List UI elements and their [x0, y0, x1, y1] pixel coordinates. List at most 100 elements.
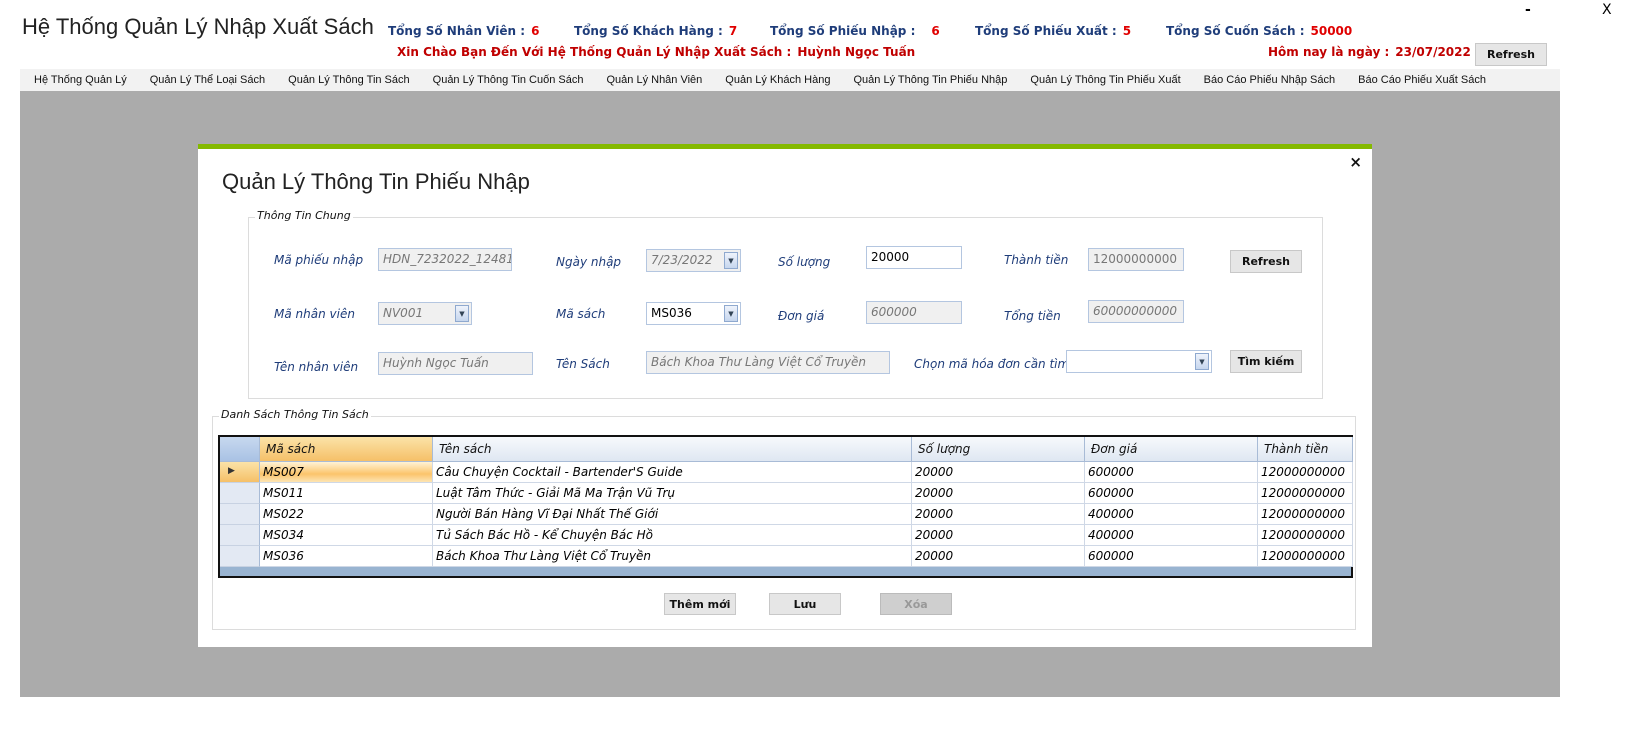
menu-item[interactable]: Quản Lý Thông Tin Phiếu Xuất	[1016, 74, 1189, 86]
ma-nv-select[interactable]: NV001 ▼	[378, 302, 472, 325]
group-label: Danh Sách Thông Tin Sách	[219, 408, 371, 421]
group-label: Thông Tin Chung	[255, 209, 353, 222]
today-label: Hôm nay là ngày :	[1268, 45, 1390, 59]
menu-item[interactable]: Quản Lý Thể Loại Sách	[136, 74, 274, 86]
table-cell[interactable]: 20000	[912, 483, 1085, 504]
table-cell[interactable]: 12000000000	[1258, 483, 1353, 504]
invoice-search-select[interactable]: ▼	[1066, 350, 1212, 373]
stat-exports: Tổng Số Phiếu Xuất : 5	[975, 24, 1131, 38]
don-gia-field[interactable]: 600000	[866, 301, 962, 324]
ngay-nhap-picker[interactable]: 7/23/2022 ▼	[646, 249, 741, 272]
header-refresh-button[interactable]: Refresh	[1475, 43, 1547, 66]
select-all-corner[interactable]	[220, 437, 260, 462]
row-header[interactable]	[220, 483, 260, 504]
date-value: 7/23/2022	[651, 253, 713, 267]
ma-nv-label: Mã nhân viên	[274, 307, 355, 321]
table-cell[interactable]: 12000000000	[1258, 525, 1353, 546]
stat-value: 7	[728, 24, 738, 38]
stat-value: 50000	[1310, 24, 1353, 38]
stat-customers: Tổng Số Khách Hàng : 7	[574, 24, 737, 38]
table-cell[interactable]: 20000	[912, 504, 1085, 525]
column-header[interactable]: Tên sách	[433, 437, 912, 462]
menu-item[interactable]: Quản Lý Nhân Viên	[592, 74, 711, 86]
chevron-down-icon[interactable]: ▼	[724, 305, 738, 322]
dialog-title: Quản Lý Thông Tin Phiếu Nhập	[222, 169, 530, 194]
close-icon[interactable]: ×	[1349, 153, 1362, 171]
table-cell[interactable]: Tủ Sách Bác Hồ - Kể Chuyện Bác Hồ	[433, 525, 912, 546]
ten-nv-field[interactable]: Huỳnh Ngọc Tuấn	[378, 352, 533, 375]
tong-tien-field[interactable]: 60000000000	[1088, 300, 1184, 323]
table-cell[interactable]: MS011	[260, 483, 433, 504]
ma-phieu-label: Mã phiếu nhập	[274, 253, 364, 267]
ma-sach-select[interactable]: MS036 ▼	[646, 302, 741, 325]
table-cell[interactable]: Người Bán Hàng Vĩ Đại Nhất Thế Giới	[433, 504, 912, 525]
menu-item[interactable]: Quản Lý Thông Tin Sách	[274, 74, 419, 86]
table-cell[interactable]: 20000	[912, 546, 1085, 567]
table-cell[interactable]: MS007	[260, 462, 433, 483]
table-cell[interactable]: 20000	[912, 462, 1085, 483]
minimize-button[interactable]: -	[1525, 2, 1531, 18]
stat-imports: Tổng Số Phiếu Nhập : 6	[770, 24, 940, 38]
table-cell[interactable]: MS036	[260, 546, 433, 567]
ma-phieu-field[interactable]: HDN_7232022_124812	[378, 248, 512, 271]
row-header[interactable]	[220, 504, 260, 525]
app-title: Hệ Thống Quản Lý Nhập Xuất Sách	[22, 14, 374, 39]
user-name: Huỳnh Ngọc Tuấn	[797, 45, 916, 59]
menu-item[interactable]: Quản Lý Thông Tin Cuốn Sách	[419, 74, 593, 86]
today-text: Hôm nay là ngày : 23/07/2022	[1268, 45, 1471, 59]
column-header[interactable]: Thành tiền	[1258, 437, 1353, 462]
stat-label: Tổng Số Phiếu Nhập :	[770, 24, 916, 38]
table-cell[interactable]: 600000	[1085, 546, 1258, 567]
table-cell[interactable]: 400000	[1085, 504, 1258, 525]
stat-value: 6	[931, 24, 940, 38]
ten-nv-label: Tên nhân viên	[274, 360, 359, 374]
row-header[interactable]	[220, 525, 260, 546]
stat-label: Tổng Số Phiếu Xuất :	[975, 24, 1117, 38]
stat-label: Tổng Số Khách Hàng :	[574, 24, 723, 38]
table-cell[interactable]: 12000000000	[1258, 546, 1353, 567]
close-app-button[interactable]: X	[1602, 2, 1612, 18]
so-luong-input[interactable]: 20000	[866, 246, 962, 269]
table-cell[interactable]: 400000	[1085, 525, 1258, 546]
save-button[interactable]: Lưu	[769, 593, 841, 615]
menu-item[interactable]: Hệ Thống Quản Lý	[20, 74, 136, 86]
stat-label: Tổng Số Nhân Viên :	[388, 24, 526, 38]
menu-item[interactable]: Quản Lý Khách Hàng	[711, 74, 839, 86]
delete-button[interactable]: Xóa	[880, 593, 952, 615]
table-cell[interactable]: 12000000000	[1258, 504, 1353, 525]
ngay-nhap-label: Ngày nhập	[556, 255, 622, 269]
table-cell[interactable]: Câu Chuyện Cocktail - Bartender'S Guide	[433, 462, 912, 483]
current-row-icon: ▶	[228, 466, 235, 476]
ten-sach-field[interactable]: Bách Khoa Thư Làng Việt Cổ Truyền	[646, 351, 890, 374]
refresh-button[interactable]: Refresh	[1230, 250, 1302, 273]
chon-ma-label: Chọn mã hóa đơn cần tìm	[914, 357, 1070, 371]
row-header[interactable]	[220, 546, 260, 567]
table-cell[interactable]: MS034	[260, 525, 433, 546]
ma-sach-label: Mã sách	[556, 307, 606, 321]
chevron-down-icon[interactable]: ▼	[1195, 353, 1209, 370]
add-button[interactable]: Thêm mới	[664, 593, 736, 615]
table-cell[interactable]: Bách Khoa Thư Làng Việt Cổ Truyền	[433, 546, 912, 567]
main-menu: Hệ Thống Quản Lý Quản Lý Thể Loại Sách Quả…	[20, 69, 1560, 91]
table-cell[interactable]: 12000000000	[1258, 462, 1353, 483]
column-header[interactable]: Mã sách	[260, 437, 433, 462]
table-cell[interactable]: 600000	[1085, 462, 1258, 483]
search-button[interactable]: Tìm kiếm	[1230, 350, 1302, 373]
menu-item[interactable]: Quản Lý Thông Tin Phiếu Nhập	[839, 74, 1016, 86]
table-cell[interactable]: MS022	[260, 504, 433, 525]
menu-item[interactable]: Báo Cáo Phiếu Nhập Sách	[1190, 74, 1344, 86]
table-cell[interactable]: Luật Tâm Thức - Giải Mã Ma Trận Vũ Trụ	[433, 483, 912, 504]
welcome-text: Xin Chào Bạn Đến Với Hệ Thống Quản Lý Nh…	[397, 45, 915, 59]
menu-item[interactable]: Báo Cáo Phiếu Xuất Sách	[1344, 74, 1495, 86]
chevron-down-icon[interactable]: ▼	[455, 305, 469, 322]
column-header[interactable]: Số lượng	[912, 437, 1085, 462]
table-cell[interactable]: 20000	[912, 525, 1085, 546]
chevron-down-icon[interactable]: ▼	[724, 252, 738, 269]
stat-employees: Tổng Số Nhân Viên : 6	[388, 24, 539, 38]
column-header[interactable]: Đơn giá	[1085, 437, 1258, 462]
row-header[interactable]: ▶	[220, 462, 260, 483]
welcome-label: Xin Chào Bạn Đến Với Hệ Thống Quản Lý Nh…	[397, 45, 792, 59]
table-cell[interactable]: 600000	[1085, 483, 1258, 504]
thanh-tien-label: Thành tiền	[1004, 253, 1069, 267]
thanh-tien-field[interactable]: 12000000000	[1088, 248, 1184, 271]
